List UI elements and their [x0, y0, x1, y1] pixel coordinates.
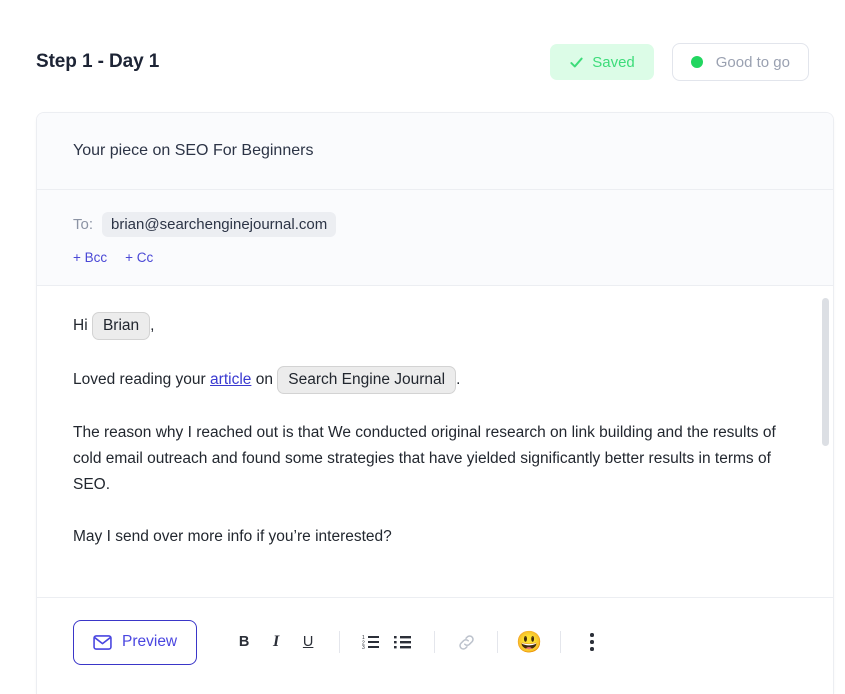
greeting-suffix: ,	[150, 317, 155, 334]
email-body-area[interactable]: Hi Brian, Loved reading your article on …	[37, 286, 833, 598]
article-link[interactable]: article	[210, 371, 251, 388]
more-options-button[interactable]	[577, 627, 607, 657]
editor-toolbar: Preview B I U 1 2 3 😃	[37, 598, 833, 686]
recipients-section: To: brian@searchenginejournal.com + Bcc …	[37, 190, 833, 286]
italic-button[interactable]: I	[261, 627, 291, 657]
vertical-dots-icon	[590, 640, 594, 644]
merge-tag-publication[interactable]: Search Engine Journal	[277, 366, 457, 394]
underline-button[interactable]: U	[293, 627, 323, 657]
bullet-list-button[interactable]	[388, 627, 418, 657]
status-badge-saved: Saved	[550, 44, 654, 80]
body-paragraph-1: The reason why I reached out is that We …	[73, 424, 776, 493]
toolbar-divider	[339, 631, 341, 653]
toolbar-divider	[497, 631, 499, 653]
status-pill-label: Good to go	[715, 53, 790, 71]
status-dot-icon	[690, 56, 703, 68]
text-format-group: B I U 1 2 3 😃	[229, 627, 607, 657]
to-recipient-chip[interactable]: brian@searchenginejournal.com	[102, 212, 337, 237]
envelope-icon	[93, 634, 112, 650]
to-label: To:	[73, 216, 94, 233]
toolbar-divider	[560, 631, 562, 653]
add-bcc-link[interactable]: + Bcc	[73, 250, 107, 265]
header-actions: Saved Good to go	[550, 43, 809, 81]
add-cc-link[interactable]: + Cc	[125, 250, 153, 265]
page-header: Step 1 - Day 1 Saved Good to go	[0, 0, 845, 112]
ordered-list-button[interactable]: 1 2 3	[356, 627, 386, 657]
merge-tag-first-name[interactable]: Brian	[91, 312, 151, 340]
body-line-two: Loved reading your article on Search Eng…	[73, 366, 783, 394]
greeting-prefix: Hi	[73, 317, 88, 334]
body-greeting-line: Hi Brian,	[73, 312, 783, 340]
line2-prefix: Loved reading your	[73, 371, 206, 388]
svg-text:3: 3	[362, 645, 365, 650]
vertical-dots-icon	[590, 633, 594, 637]
saved-label: Saved	[592, 53, 635, 71]
status-pill-good-to-go[interactable]: Good to go	[671, 43, 809, 81]
ordered-list-icon: 1 2 3	[362, 635, 380, 650]
subject-row[interactable]: Your piece on SEO For Beginners	[37, 113, 833, 190]
emoji-picker-button[interactable]: 😃	[514, 627, 544, 657]
body-paragraph-2: May I send over more info if you’re inte…	[73, 528, 392, 545]
line2-mid: on	[255, 371, 273, 388]
bullet-list-icon	[394, 636, 412, 649]
body-scrollbar-thumb[interactable]	[822, 298, 829, 446]
email-composer-card: Your piece on SEO For Beginners To: bria…	[36, 112, 834, 694]
insert-link-button[interactable]	[451, 627, 481, 657]
vertical-dots-icon	[590, 647, 594, 651]
line2-suffix: .	[456, 371, 461, 388]
bold-button[interactable]: B	[229, 627, 259, 657]
preview-button-label: Preview	[122, 633, 178, 650]
to-line: To: brian@searchenginejournal.com	[73, 212, 797, 237]
subject-input[interactable]: Your piece on SEO For Beginners	[73, 142, 313, 160]
preview-button[interactable]: Preview	[73, 619, 198, 665]
page-title: Step 1 - Day 1	[36, 51, 160, 72]
link-icon	[458, 634, 474, 650]
toolbar-divider	[434, 631, 436, 653]
email-step-editor-page: Step 1 - Day 1 Saved Good to go Your pie…	[0, 0, 845, 694]
check-icon	[570, 57, 583, 67]
cc-bcc-row: + Bcc + Cc	[73, 250, 797, 265]
email-body-content[interactable]: Hi Brian, Loved reading your article on …	[37, 286, 833, 560]
